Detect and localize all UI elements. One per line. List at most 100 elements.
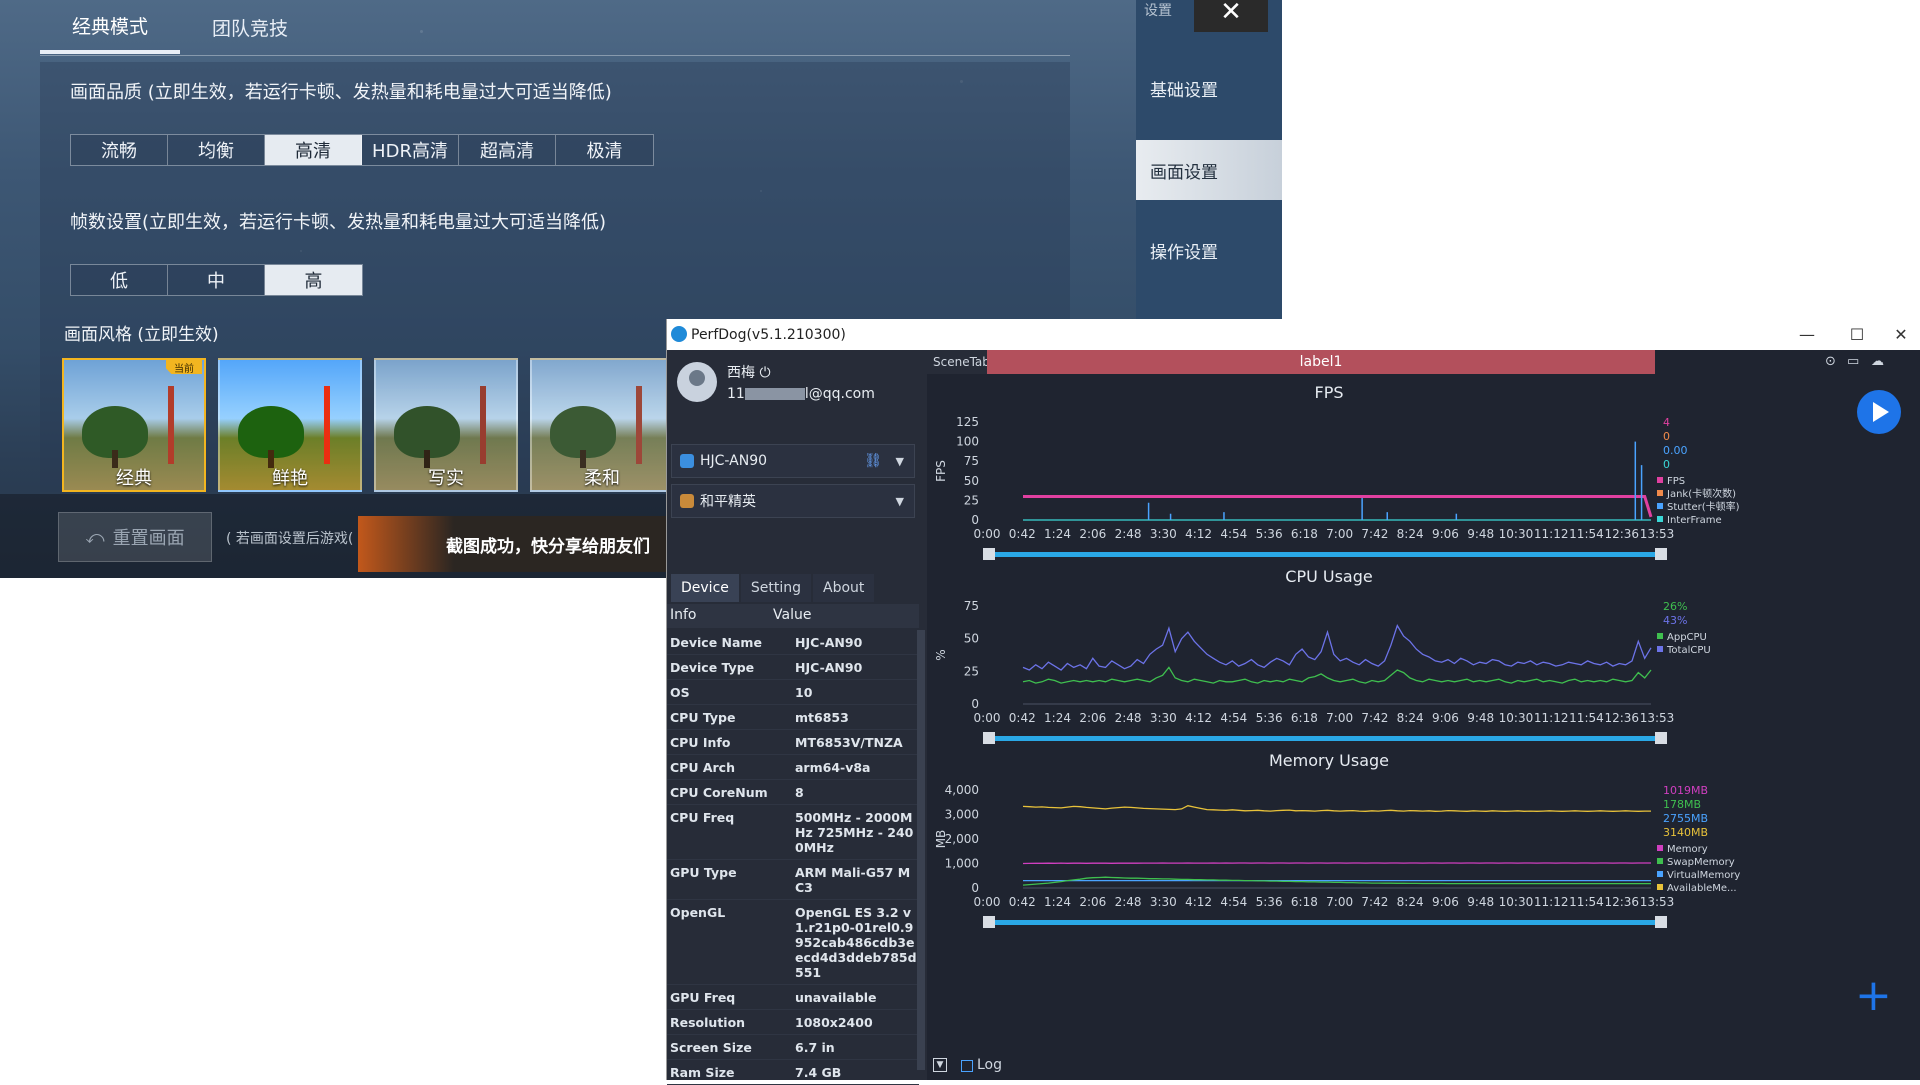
cloud-icon[interactable]: ☁ <box>1871 354 1887 370</box>
legend-label: Memory <box>1667 844 1708 855</box>
y-tick-label: 3,000 <box>945 808 979 822</box>
chart-area: SceneTab label1 ⊙ ▭ ☁ FPS FPS 0 25 50 75 100 12… <box>927 350 1920 1080</box>
legend-label: SwapMemory <box>1667 857 1735 868</box>
info-value: 10 <box>795 685 813 700</box>
x-tick-label: 7:00 <box>1326 895 1353 909</box>
series-line <box>1022 805 1651 812</box>
quality-option[interactable]: 超高清 <box>459 135 556 165</box>
info-scrollbar[interactable] <box>917 630 925 1070</box>
slider-left-handle <box>983 548 995 560</box>
x-tick-label: 2:48 <box>1115 711 1142 725</box>
x-tick-label: 4:54 <box>1220 527 1247 541</box>
log-checkbox[interactable] <box>961 1060 973 1072</box>
fps-option[interactable]: 高 <box>265 265 362 295</box>
x-tick-label: 8:24 <box>1397 711 1424 725</box>
legend-value: 43% <box>1663 614 1687 627</box>
x-tick-label: 1:24 <box>1044 895 1071 909</box>
tab-about[interactable]: About <box>813 574 875 602</box>
info-value: MT6853V/TNZA <box>795 735 903 750</box>
legend-swatch <box>1657 845 1663 851</box>
legend-swatch <box>1657 858 1663 864</box>
window-title: PerfDog(v5.1.210300) <box>691 326 846 343</box>
app-dropdown[interactable]: 和平精英 ▼ <box>671 484 915 518</box>
legend-swatch <box>1657 633 1663 639</box>
sidebar-item-basic[interactable]: 基础设置 <box>1136 58 1282 118</box>
close-icon[interactable]: ✕ <box>1881 322 1920 348</box>
time-range-slider <box>991 920 1661 925</box>
sidebar-item-graphics[interactable]: 画面设置 <box>1136 140 1282 200</box>
device-dropdown[interactable]: HJC-AN90 ⛓ ▼ <box>671 444 915 478</box>
fps-option[interactable]: 中 <box>168 265 265 295</box>
tower-image <box>168 386 174 464</box>
x-tick-label: 4:54 <box>1220 895 1247 909</box>
folder-icon[interactable]: ▭ <box>1847 354 1863 370</box>
value-header: Value <box>773 607 812 623</box>
quality-option[interactable]: 极清 <box>556 135 653 165</box>
style-label: 鲜艳 <box>272 468 308 489</box>
close-icon[interactable]: ✕ <box>1194 0 1268 32</box>
location-icon[interactable]: ⊙ <box>1825 354 1841 370</box>
info-key: CPU CoreNum <box>670 785 768 800</box>
scene-tab[interactable]: SceneTab <box>927 350 990 374</box>
x-tick-label: 1:24 <box>1044 711 1071 725</box>
info-value: HJC-AN90 <box>795 660 863 675</box>
title-bar: PerfDog(v5.1.210300) — ☐ ✕ <box>667 319 1920 350</box>
legend-swatch <box>1657 477 1663 483</box>
tab-device[interactable]: Device <box>671 574 739 602</box>
sidebar-item-controls[interactable]: 操作设置 <box>1136 220 1282 280</box>
left-tabs: Device Setting About <box>671 574 875 602</box>
y-tick-label: 25 <box>964 493 979 507</box>
legend-value: 1019MB <box>1663 784 1708 797</box>
reset-icon: ⤺ <box>85 526 105 548</box>
info-value: HJC-AN90 <box>795 635 863 650</box>
slider-right-handle <box>1655 732 1667 744</box>
info-row: CPU CoreNum 8 <box>667 780 919 805</box>
reset-graphics-button[interactable]: ⤺ 重置画面 <box>58 512 212 562</box>
x-tick-label: 6:18 <box>1291 527 1318 541</box>
style-card[interactable]: 经典 当前 <box>62 358 206 492</box>
legend-label: InterFrame <box>1667 515 1722 526</box>
slider-left-handle <box>983 916 995 928</box>
legend-swatch <box>1657 490 1663 496</box>
y-tick-label: 100 <box>956 435 979 449</box>
quality-option[interactable]: 均衡 <box>168 135 265 165</box>
fps-option[interactable]: 低 <box>71 265 168 295</box>
tab-team-battle[interactable]: 团队竞技 <box>180 0 320 54</box>
info-value: 1080x2400 <box>795 1015 873 1030</box>
slider-left-handle <box>983 732 995 744</box>
quality-option[interactable]: HDR高清 <box>362 135 459 165</box>
quality-option[interactable]: 流畅 <box>71 135 168 165</box>
tab-setting[interactable]: Setting <box>740 574 812 602</box>
add-chart-icon[interactable]: + <box>1855 970 1892 1021</box>
chart-title: CPU Usage <box>1285 567 1372 586</box>
minimize-icon[interactable]: — <box>1787 322 1827 348</box>
style-card[interactable]: 柔和 <box>530 358 674 492</box>
legend-swatch <box>1657 884 1663 890</box>
expand-icon[interactable]: ▼ <box>933 1058 947 1072</box>
label-bar[interactable]: label1 <box>987 350 1655 374</box>
style-card[interactable]: 写实 <box>374 358 518 492</box>
play-button[interactable] <box>1857 390 1901 434</box>
tower-image <box>324 386 330 464</box>
maximize-icon[interactable]: ☐ <box>1837 322 1877 348</box>
x-tick-label: 4:12 <box>1185 527 1212 541</box>
info-row: GPU Freq unavailable <box>667 985 919 1010</box>
time-range-slider <box>991 552 1661 557</box>
x-tick-label: 2:48 <box>1115 527 1142 541</box>
legend-value: 0 <box>1663 458 1670 471</box>
info-value: 8 <box>795 785 804 800</box>
tab-classic-mode[interactable]: 经典模式 <box>40 0 180 54</box>
x-tick-label: 9:48 <box>1467 711 1494 725</box>
quality-option[interactable]: 高清 <box>265 135 362 165</box>
link-icon[interactable]: ⛓ <box>864 453 882 469</box>
legend-swatch <box>1657 646 1663 652</box>
tower-image <box>636 386 642 464</box>
legend-value: 178MB <box>1663 798 1701 811</box>
x-tick-label: 4:12 <box>1185 711 1212 725</box>
style-card[interactable]: 鲜艳 <box>218 358 362 492</box>
y-tick-label: 75 <box>964 599 979 613</box>
avatar[interactable] <box>677 362 717 402</box>
x-tick-label: 5:36 <box>1256 895 1283 909</box>
info-row: CPU Type mt6853 <box>667 705 919 730</box>
info-key: Resolution <box>670 1015 746 1030</box>
